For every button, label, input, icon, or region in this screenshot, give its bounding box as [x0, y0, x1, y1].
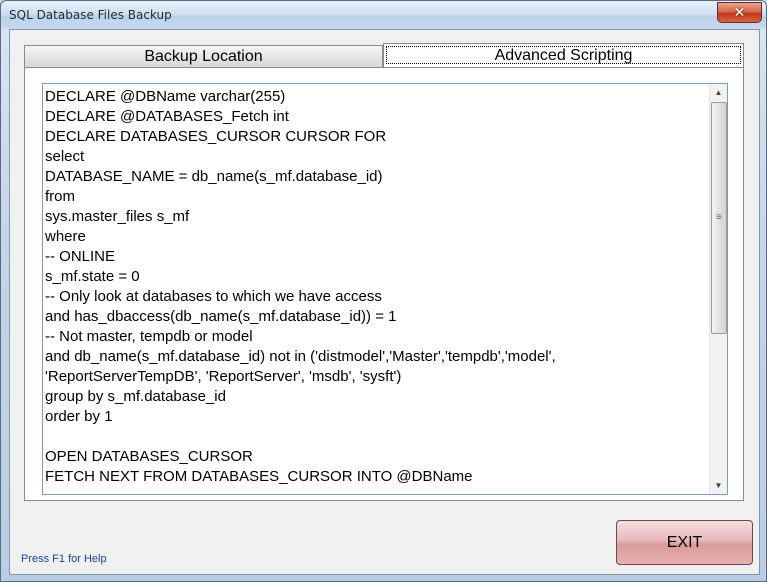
- script-line: OPEN DATABASES_CURSOR: [45, 448, 253, 465]
- advanced-scripting-panel: DECLARE @DBName varchar(255) DECLARE @DAT…: [24, 67, 744, 501]
- scrollbar-thumb[interactable]: ≡: [711, 102, 727, 334]
- vertical-scrollbar[interactable]: ▲ ≡ ▼: [709, 84, 727, 494]
- tab-label: Backup Location: [144, 47, 263, 65]
- tab-advanced-scripting[interactable]: Advanced Scripting: [383, 43, 744, 67]
- script-text[interactable]: DECLARE @DBName varchar(255) DECLARE @DAT…: [45, 87, 709, 487]
- script-line: select: [45, 148, 85, 165]
- grip-icon: ≡: [716, 212, 722, 223]
- close-icon: ✕: [733, 4, 746, 21]
- script-line: from: [45, 188, 75, 205]
- script-textarea[interactable]: DECLARE @DBName varchar(255) DECLARE @DAT…: [42, 83, 728, 495]
- script-line: and db_name(s_mf.database_id) not in ('d…: [45, 348, 556, 365]
- close-button[interactable]: ✕: [717, 2, 762, 23]
- window-title: SQL Database Files Backup: [9, 8, 172, 22]
- script-line: DECLARE @DBName varchar(255): [45, 88, 286, 105]
- tab-label: Advanced Scripting: [494, 46, 633, 64]
- script-line: -- Only look at databases to which we ha…: [45, 288, 382, 305]
- script-line: order by 1: [45, 408, 113, 425]
- exit-button[interactable]: EXIT: [616, 520, 753, 565]
- script-line: FETCH NEXT FROM DATABASES_CURSOR INTO @D…: [45, 468, 473, 485]
- scroll-up-arrow-icon[interactable]: ▲: [710, 84, 727, 101]
- script-line: where: [45, 228, 86, 245]
- script-line: DECLARE DATABASES_CURSOR CURSOR FOR: [45, 128, 387, 145]
- script-line: 'ReportServerTempDB', 'ReportServer', 'm…: [45, 368, 402, 385]
- script-line: -- Not master, tempdb or model: [45, 328, 253, 345]
- script-line: [45, 427, 709, 447]
- script-line: DATABASE_NAME = db_name(s_mf.database_id…: [45, 168, 383, 185]
- client-area: Backup Location Advanced Scripting DECLA…: [9, 29, 760, 575]
- title-bar[interactable]: SQL Database Files Backup ✕: [1, 1, 766, 29]
- script-line: -- ONLINE: [45, 248, 116, 265]
- tab-backup-location[interactable]: Backup Location: [24, 45, 383, 67]
- script-line: and has_dbaccess(db_name(s_mf.database_i…: [45, 308, 397, 325]
- scroll-down-arrow-icon[interactable]: ▼: [710, 477, 727, 494]
- app-window: SQL Database Files Backup ✕ Backup Locat…: [0, 0, 767, 582]
- script-line: DECLARE @DATABASES_Fetch int: [45, 108, 289, 125]
- script-line: s_mf.state = 0: [45, 268, 140, 285]
- help-hint: Press F1 for Help: [21, 553, 107, 565]
- script-line: group by s_mf.database_id: [45, 388, 226, 405]
- script-line: sys.master_files s_mf: [45, 208, 190, 225]
